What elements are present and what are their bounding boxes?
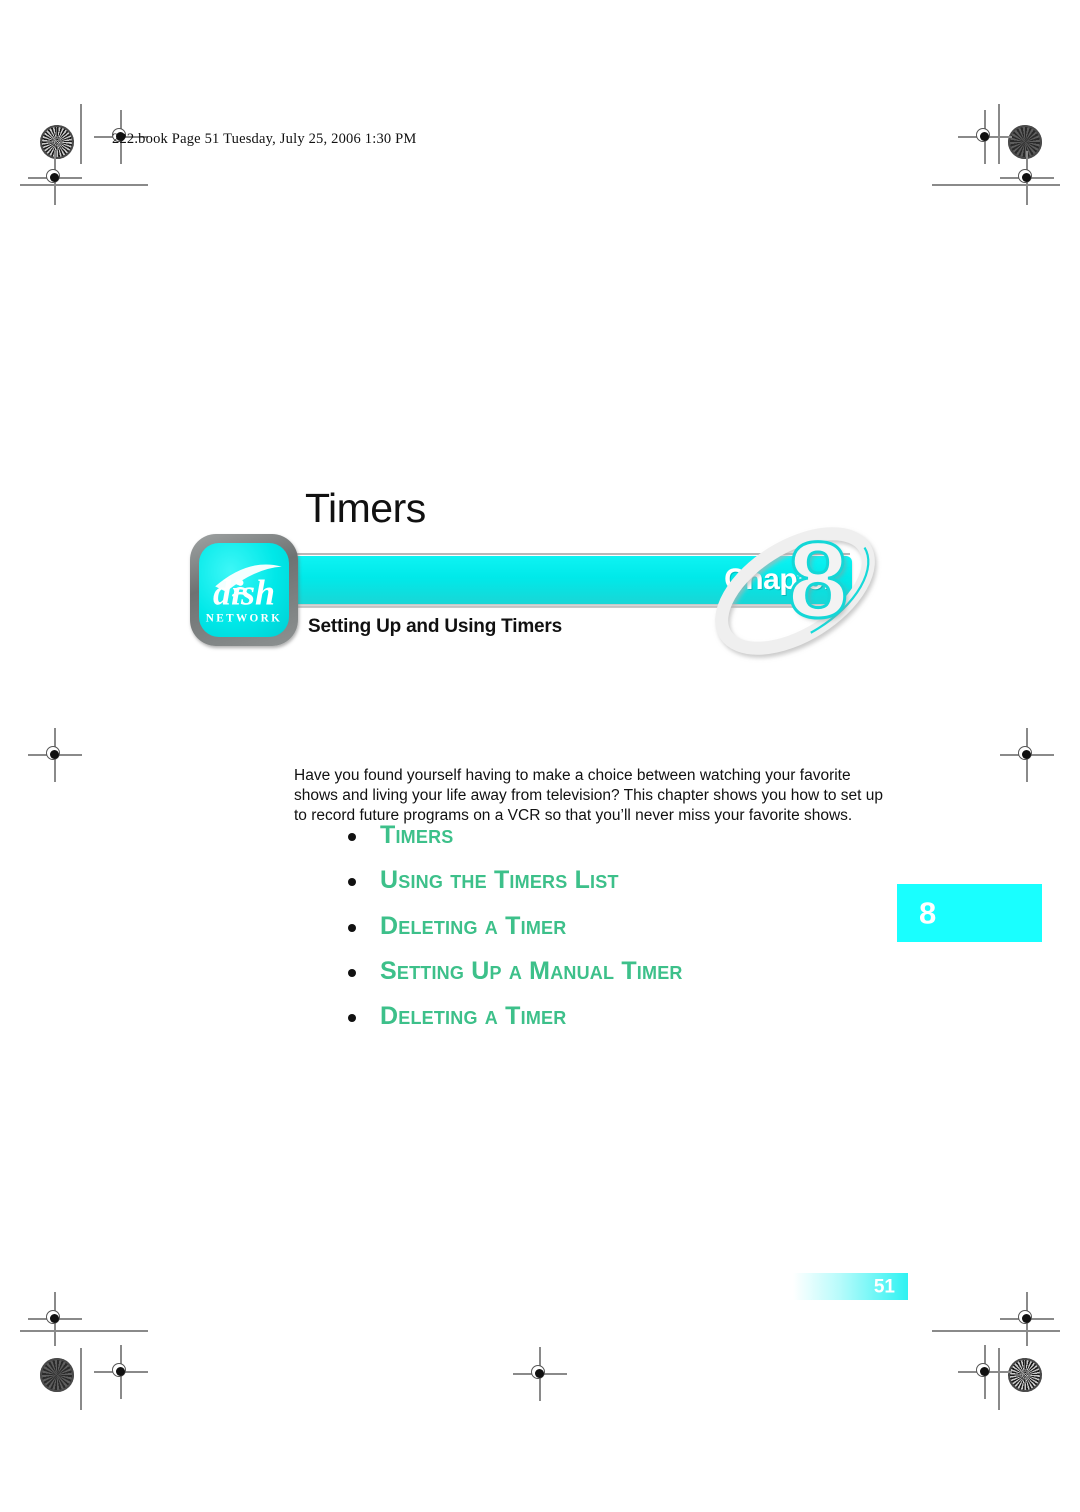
page-number-bar: 51 bbox=[793, 1273, 908, 1300]
registration-target-mid-right bbox=[1000, 728, 1054, 782]
list-item-label: Setting Up a Manual Timer bbox=[380, 956, 683, 985]
svg-text:dish: dish bbox=[213, 572, 275, 612]
bullet-icon bbox=[348, 968, 356, 977]
list-item[interactable]: Setting Up a Manual Timer bbox=[340, 958, 880, 984]
registration-target-upper-right-margin bbox=[1000, 151, 1054, 205]
bullet-icon bbox=[348, 878, 356, 887]
list-item[interactable]: Using the Timers List bbox=[340, 867, 880, 893]
page-number: 51 bbox=[873, 1276, 895, 1297]
list-item-label: Deleting a Timer bbox=[380, 911, 567, 940]
svg-text:NETWORK: NETWORK bbox=[206, 613, 282, 625]
logo-screen: dish NETWORK bbox=[199, 543, 289, 637]
thumb-tab-number: 8 bbox=[919, 895, 937, 931]
registration-target-lower-left-margin bbox=[28, 1292, 82, 1346]
registration-star-bottom-right bbox=[1008, 1358, 1042, 1392]
list-item[interactable]: Timers bbox=[340, 822, 880, 848]
registration-target-mid-left bbox=[28, 728, 82, 782]
registration-target-lower-right-margin bbox=[1000, 1292, 1054, 1346]
dish-network-logo: dish NETWORK bbox=[190, 534, 298, 646]
registration-target-bottom-left bbox=[94, 1345, 148, 1399]
list-item-label: Using the Timers List bbox=[380, 866, 619, 895]
registration-target-bottom-right bbox=[958, 1345, 1012, 1399]
bullet-icon bbox=[348, 833, 356, 841]
registration-target-upper-left-margin bbox=[28, 151, 82, 205]
page-title: Timers bbox=[305, 485, 426, 531]
registration-target-bottom-center bbox=[513, 1347, 567, 1401]
chapter-number-graphic: 8 bbox=[786, 519, 849, 640]
list-item-label: Deleting a Timer bbox=[380, 1002, 567, 1030]
page-header-slug: 222.book Page 51 Tuesday, July 25, 2006 … bbox=[112, 131, 417, 147]
logo-artwork: dish NETWORK bbox=[206, 564, 282, 625]
trim-line-bottom-left-vertical bbox=[80, 1348, 82, 1410]
bullet-icon bbox=[348, 923, 356, 932]
bullet-icon bbox=[348, 1014, 356, 1022]
list-item[interactable]: Deleting a Timer bbox=[340, 1003, 880, 1029]
registration-star-bottom-left bbox=[40, 1358, 74, 1392]
chapter-subtitle: Setting Up and Using Timers bbox=[308, 616, 562, 637]
list-item[interactable]: Deleting a Timer bbox=[340, 911, 880, 940]
chapter-contents-list: Timers Using the Timers List Deleting a … bbox=[340, 822, 880, 1048]
list-item-label: Timers bbox=[380, 821, 454, 849]
chapter-thumb-tab: 8 bbox=[897, 884, 1042, 942]
intro-paragraph: Have you found yourself having to make a… bbox=[294, 766, 884, 824]
chapter-masthead: Timers Chapter 8 dish NETWORK Setting Up… bbox=[190, 488, 900, 668]
